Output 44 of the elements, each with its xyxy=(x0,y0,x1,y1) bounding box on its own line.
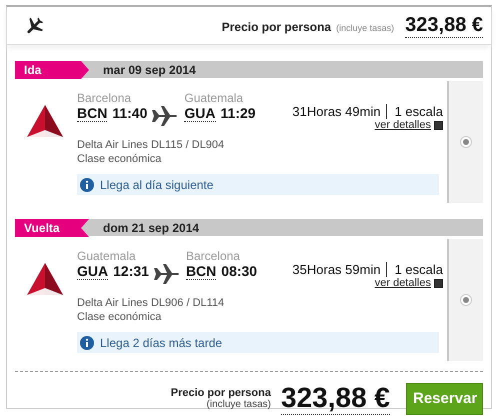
airplane-icon xyxy=(152,106,178,126)
airport-code: BCN xyxy=(77,105,108,122)
notice-text: Llega al día siguiente xyxy=(100,178,214,192)
arrival-time: 11:29 xyxy=(220,105,256,122)
flight-date: mar 09 sep 2014 xyxy=(103,62,196,76)
price-label: Precio por persona xyxy=(222,20,332,34)
airline-logo-icon xyxy=(25,103,65,139)
departure-city: Barcelona xyxy=(77,91,132,105)
leg-label: Vuelta xyxy=(23,220,60,234)
stops-count: 1 escala xyxy=(386,104,443,119)
stops-count: 1 escala xyxy=(386,262,443,277)
airplane-icon xyxy=(154,264,180,284)
radio-button[interactable] xyxy=(460,136,472,148)
arrival-city: Barcelona xyxy=(186,249,241,263)
flight-date: dom 21 sep 2014 xyxy=(103,220,200,234)
cabin-class: Clase económica xyxy=(77,310,162,324)
info-icon xyxy=(80,336,94,350)
airline-flights: Delta Air Lines DL115 / DL904 xyxy=(77,138,224,152)
airport-code: GUA xyxy=(184,105,216,122)
cabin-class: Clase económica xyxy=(77,152,162,166)
details-link[interactable]: ver detalles xyxy=(374,277,431,289)
expand-icon xyxy=(434,120,443,130)
expand-icon xyxy=(434,278,443,288)
price-label: Precio por persona xyxy=(170,387,271,399)
flight-duration: 35Horas 59min xyxy=(292,262,381,277)
airport-code: BCN xyxy=(186,263,216,280)
price-amount: 323,88 € xyxy=(281,382,390,415)
airline-logo-icon xyxy=(25,261,65,297)
arrival-time: 08:30 xyxy=(221,263,258,280)
departure-time: 12:31 xyxy=(113,263,149,280)
price-amount: 323,88 € xyxy=(405,14,483,38)
price-note: (incluye tasas) xyxy=(206,399,271,410)
notice-text: Llega 2 días más tarde xyxy=(100,336,222,350)
details-link[interactable]: ver detalles xyxy=(374,119,431,131)
arrival-city: Guatemala xyxy=(184,91,244,105)
airport-code: GUA xyxy=(77,263,108,280)
price-note: (incluye tasas) xyxy=(336,22,394,32)
flight-duration: 31Horas 49min xyxy=(292,104,381,119)
info-icon xyxy=(80,178,94,192)
radio-button[interactable] xyxy=(460,294,472,306)
airline-flights: Delta Air Lines DL906 / DL114 xyxy=(77,296,224,310)
departure-time: 11:40 xyxy=(112,105,148,122)
leg-label: Ida xyxy=(23,62,42,76)
departure-city: Guatemala xyxy=(77,249,137,263)
